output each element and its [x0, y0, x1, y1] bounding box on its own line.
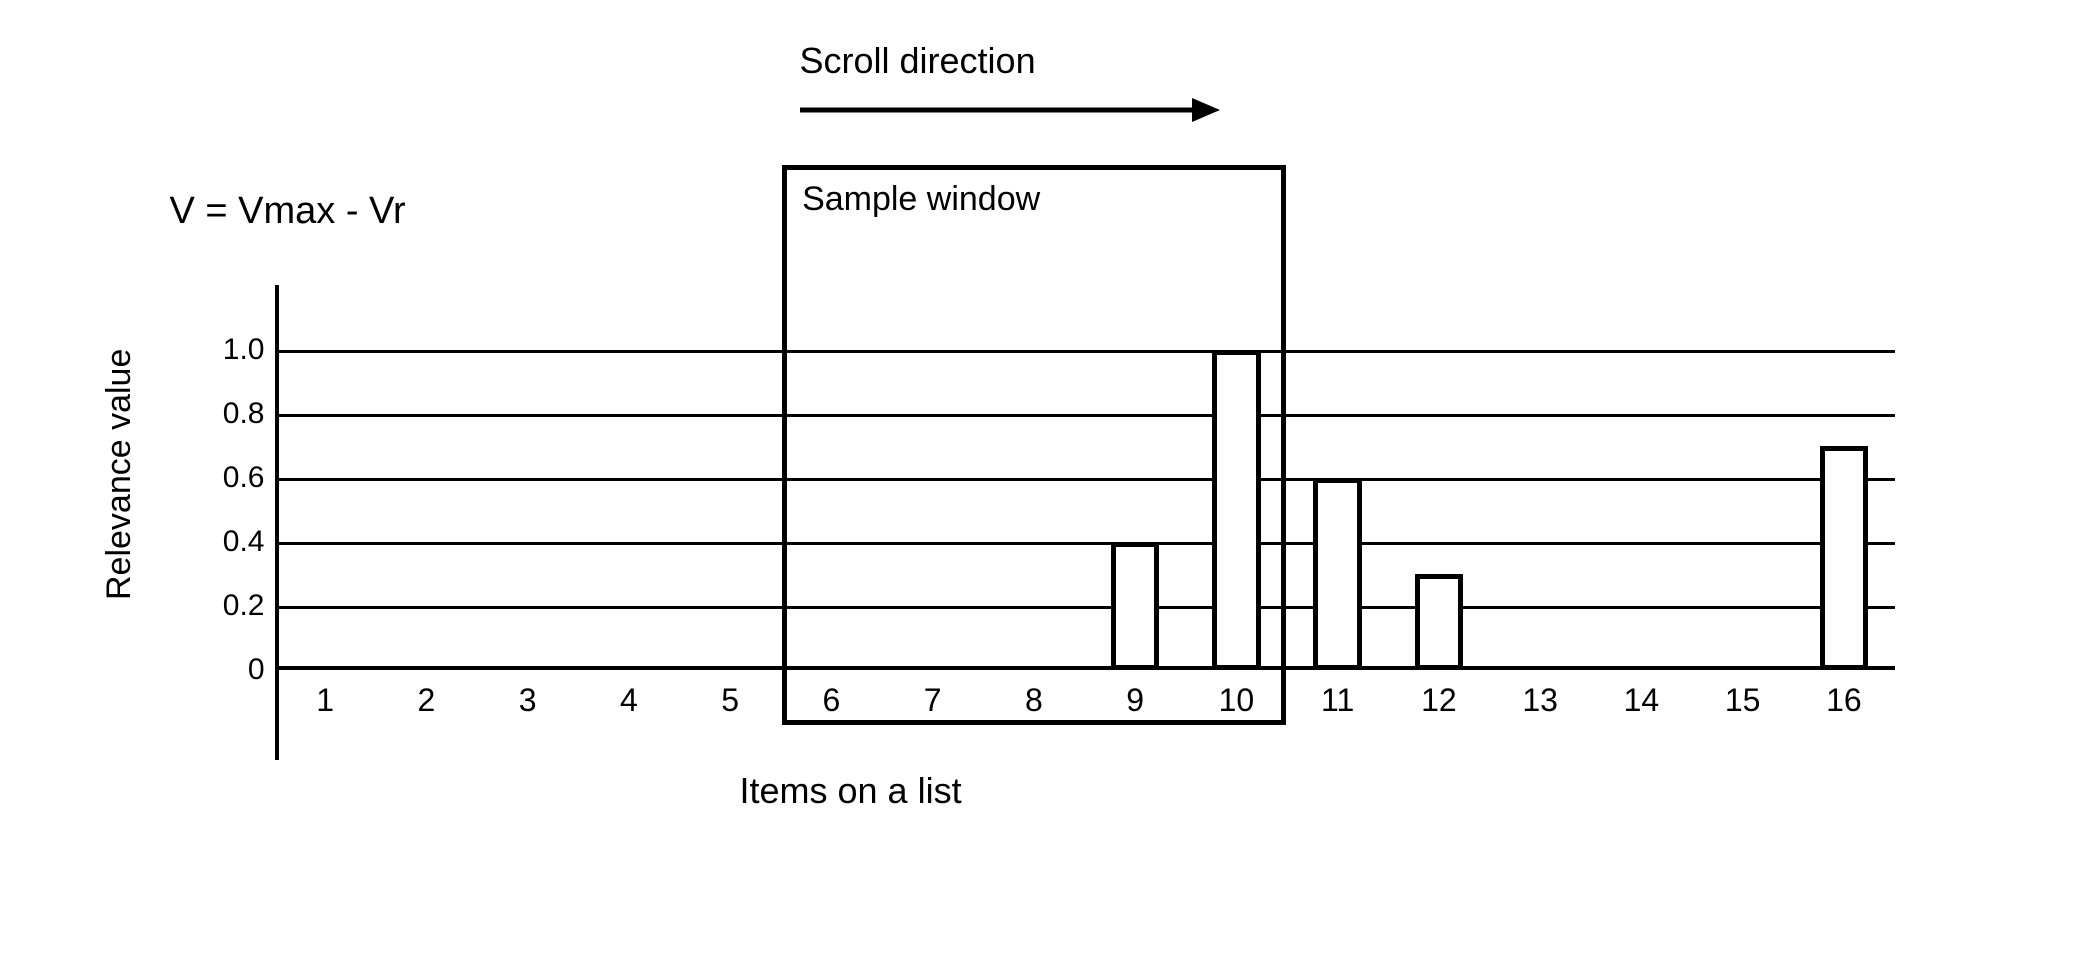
- x-axis-label: Items on a list: [740, 770, 962, 812]
- y-axis-label: Relevance value: [100, 349, 139, 600]
- y-tick-label: 0: [205, 653, 265, 687]
- x-tick-label: 14: [1596, 682, 1686, 719]
- x-tick-label: 12: [1394, 682, 1484, 719]
- x-tick-label: 10: [1191, 682, 1281, 719]
- y-tick-label: 1.0: [205, 333, 265, 367]
- sample-window-label: Sample window: [802, 180, 1040, 219]
- y-tick-label: 0.6: [205, 461, 265, 495]
- x-tick-label: 9: [1090, 682, 1180, 719]
- scroll-direction-label: Scroll direction: [800, 40, 1036, 82]
- bar: [1212, 350, 1261, 670]
- x-tick-label: 4: [584, 682, 674, 719]
- bar: [1111, 542, 1160, 670]
- x-tick-label: 1: [280, 682, 370, 719]
- x-tick-label: 3: [483, 682, 573, 719]
- bar: [1415, 574, 1464, 670]
- bar: [1820, 446, 1869, 670]
- x-tick-label: 6: [786, 682, 876, 719]
- x-tick-label: 2: [381, 682, 471, 719]
- y-tick-label: 0.8: [205, 397, 265, 431]
- x-tick-label: 7: [888, 682, 978, 719]
- x-tick-label: 11: [1293, 682, 1383, 719]
- plot-area: 00.20.40.60.81.0 12345678910111213141516…: [275, 300, 1895, 670]
- bar-group: [275, 300, 1895, 670]
- scroll-direction-arrow-icon: [800, 95, 1220, 125]
- y-tick-label: 0.2: [205, 589, 265, 623]
- x-tick-label: 16: [1799, 682, 1889, 719]
- x-tick-label: 5: [685, 682, 775, 719]
- x-tick-label: 13: [1495, 682, 1585, 719]
- x-tick-label: 8: [989, 682, 1079, 719]
- x-tick-label: 15: [1698, 682, 1788, 719]
- formula-text: V = Vmax - Vr: [170, 190, 406, 233]
- bar: [1313, 478, 1362, 670]
- y-tick-label: 0.4: [205, 525, 265, 559]
